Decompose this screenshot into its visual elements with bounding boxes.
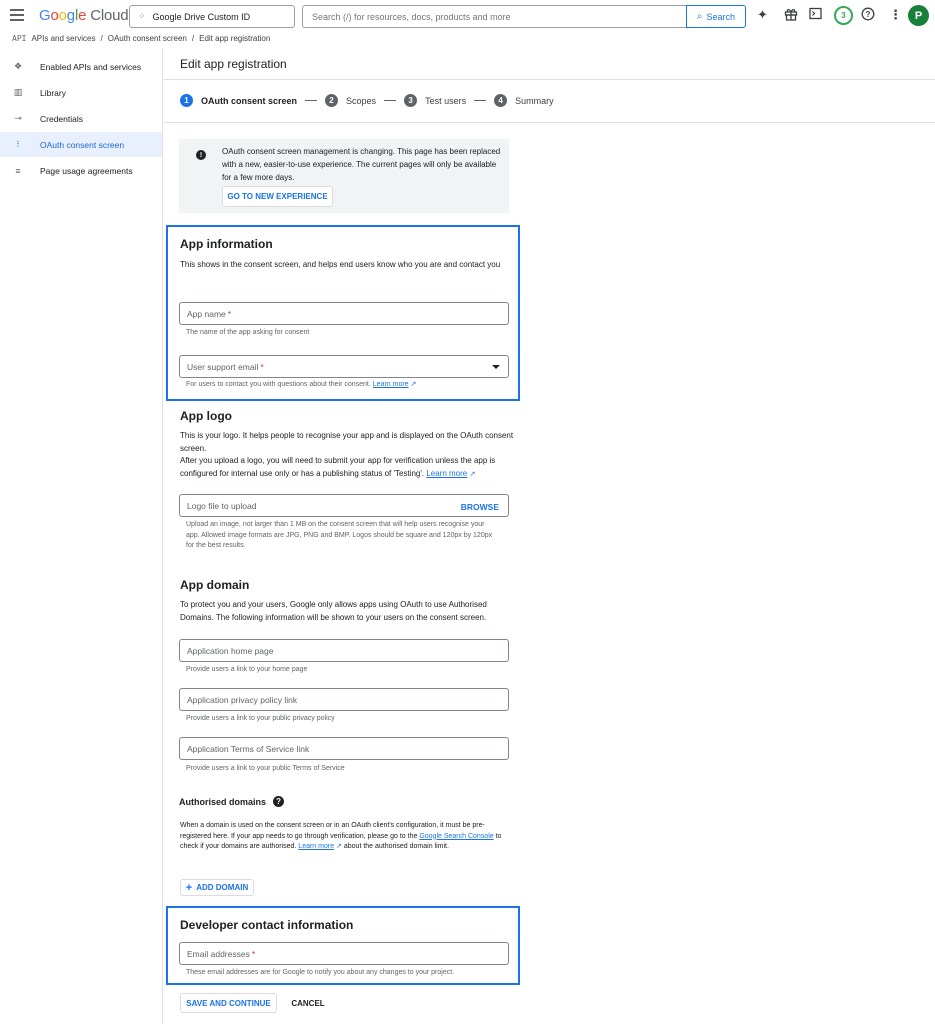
email-addresses-hint: These email addresses are for Google to … (186, 969, 455, 976)
main-menu-icon[interactable] (10, 9, 24, 21)
learn-more-link[interactable]: Learn more (426, 469, 467, 478)
search-icon: ⌕ (696, 11, 703, 22)
app-information-desc: This shows in the consent screen, and he… (180, 260, 501, 269)
project-picker[interactable]: ⁘ Google Drive Custom ID (129, 5, 295, 28)
learn-more-link[interactable]: Learn more (298, 843, 334, 850)
sidebar-item-library[interactable]: ▥ Library (0, 80, 162, 105)
info-banner: ! OAuth consent screen management is cha… (179, 139, 509, 213)
help-icon[interactable]: ? (273, 796, 285, 807)
breadcrumb-oauth[interactable]: OAuth consent screen (108, 34, 187, 43)
logo-file-field[interactable]: Logo file to upload BROWSE (179, 494, 509, 517)
info-icon: ! (196, 150, 206, 160)
authorised-domains-desc: When a domain is used on the consent scr… (180, 822, 502, 850)
home-page-hint: Provide users a link to your home page (186, 666, 308, 673)
sidebar: ❖ Enabled APIs and services ▥ Library ⊸ … (0, 48, 163, 1024)
step-oauth-consent[interactable]: 1 OAuth consent screen (180, 94, 297, 107)
privacy-policy-hint: Provide users a link to your public priv… (186, 715, 335, 722)
step-connector (384, 100, 397, 101)
search-button[interactable]: ⌕ Search (686, 5, 746, 28)
more-options-icon[interactable]: ⋮ (889, 7, 902, 23)
step-connector (474, 100, 487, 101)
cloud-shell-icon[interactable] (809, 7, 822, 23)
svg-text:?: ? (866, 10, 871, 19)
app-domain-title: App domain (180, 578, 250, 592)
external-link-icon: ↗ (469, 470, 476, 478)
google-search-console-link[interactable]: Google Search Console (419, 833, 493, 840)
learn-more-link[interactable]: Learn more (373, 381, 409, 388)
app-domain-desc: To protect you and your users, Google on… (180, 600, 487, 622)
diamond-icon: ❖ (13, 61, 23, 71)
api-tag: API (12, 34, 27, 43)
gift-icon[interactable] (784, 7, 798, 24)
go-to-new-experience-button[interactable]: GO TO NEW EXPERIENCE (222, 186, 333, 207)
agreements-icon: ≡ (15, 165, 21, 176)
step-connector (305, 100, 318, 101)
stepper: 1 OAuth consent screen 2 Scopes 3 Test u… (180, 94, 554, 107)
breadcrumb-current: Edit app registration (199, 34, 271, 43)
divider (164, 122, 935, 123)
terms-of-service-field[interactable]: Application Terms of Service link (179, 737, 509, 760)
cancel-button[interactable]: CANCEL (288, 993, 328, 1013)
top-bar: Google Cloud ⁘ Google Drive Custom ID ⌕ … (0, 0, 935, 32)
google-cloud-logo[interactable]: Google Cloud (39, 7, 129, 24)
project-name: Google Drive Custom ID (152, 11, 251, 22)
step-scopes[interactable]: 2 Scopes (325, 94, 376, 107)
privacy-policy-field[interactable]: Application privacy policy link (179, 688, 509, 711)
divider (164, 79, 935, 80)
plus-icon: + (185, 881, 193, 894)
sidebar-item-page-usage[interactable]: ≡ Page usage agreements (0, 158, 162, 183)
developer-contact-title: Developer contact information (180, 918, 354, 932)
email-addresses-field[interactable]: Email addresses * (179, 942, 509, 965)
sidebar-item-credentials[interactable]: ⊸ Credentials (0, 106, 162, 131)
external-link-icon: ↗ (410, 381, 417, 388)
sidebar-item-enabled-apis[interactable]: ❖ Enabled APIs and services (0, 54, 162, 79)
project-icon: ⁘ (138, 11, 146, 21)
logo-hint: Upload an image, not larger than 1 MB on… (186, 521, 493, 549)
browse-button[interactable]: BROWSE (461, 502, 499, 512)
app-name-field[interactable]: App name * (179, 302, 509, 325)
terms-of-service-hint: Provide users a link to your public Term… (186, 765, 345, 772)
add-domain-button[interactable]: + ADD DOMAIN (180, 879, 254, 896)
gemini-sparkle-icon[interactable]: ✦ (757, 7, 768, 23)
help-icon[interactable]: ? (861, 7, 875, 24)
authorised-domains-title: Authorised domains ? (179, 796, 285, 807)
avatar[interactable]: P (908, 5, 929, 26)
dropdown-arrow-icon (492, 365, 500, 369)
library-icon: ▥ (13, 87, 23, 97)
breadcrumb-separator: / (100, 34, 103, 43)
step-summary[interactable]: 4 Summary (494, 94, 554, 107)
breadcrumb: API APIs and services / OAuth consent sc… (12, 34, 270, 43)
app-information-title: App information (180, 237, 273, 251)
key-icon: ⊸ (14, 113, 22, 123)
notifications-badge[interactable]: 3 (834, 6, 853, 25)
banner-text: OAuth consent screen management is chang… (222, 147, 501, 182)
sidebar-item-oauth-consent[interactable]: ⁝ OAuth consent screen (0, 132, 162, 157)
user-support-email-select[interactable]: User support email * (179, 355, 509, 378)
save-and-continue-button[interactable]: SAVE AND CONTINUE (180, 993, 277, 1013)
breadcrumb-separator: / (191, 34, 195, 43)
app-logo-title: App logo (180, 409, 232, 423)
app-logo-desc: This is your logo. It helps people to re… (180, 431, 514, 478)
search-input[interactable] (302, 5, 686, 28)
app-name-hint: The name of the app asking for consent (186, 329, 310, 336)
consent-icon: ⁝ (16, 139, 20, 149)
step-test-users[interactable]: 3 Test users (404, 94, 466, 107)
page-title: Edit app registration (180, 57, 287, 71)
user-support-email-hint: For users to contact you with questions … (186, 381, 417, 388)
app-home-page-field[interactable]: Application home page (179, 639, 509, 662)
breadcrumb-apis[interactable]: APIs and services (31, 34, 95, 43)
